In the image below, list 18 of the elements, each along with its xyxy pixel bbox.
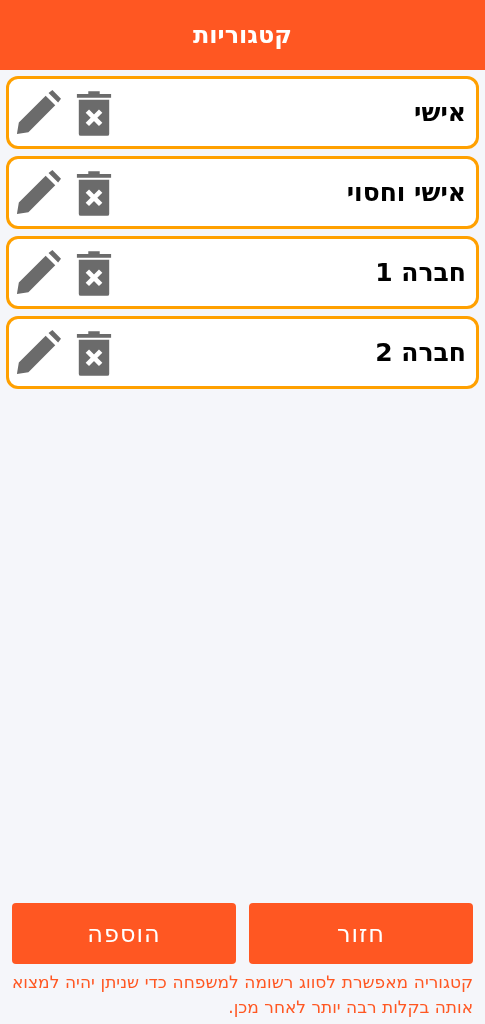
category-item[interactable]: חברה 1	[6, 236, 479, 309]
help-text: קטגוריה מאפשרת לסווג רשומה למשפחה כדי שניתן יהיה למצוא אותה בקלות רבה יותר לאחר מכן.	[12, 971, 473, 1019]
category-item[interactable]: אישי	[6, 76, 479, 149]
category-name: אישי	[414, 98, 466, 127]
pencil-icon[interactable]	[15, 169, 61, 216]
category-item[interactable]: אישי וחסוי	[6, 156, 479, 229]
pencil-icon[interactable]	[15, 249, 61, 296]
trash-icon[interactable]	[75, 329, 113, 376]
trash-icon[interactable]	[75, 169, 113, 216]
page-title: קטגוריות	[192, 21, 293, 49]
pencil-icon[interactable]	[15, 89, 61, 136]
trash-icon[interactable]	[75, 89, 113, 136]
category-name: חברה 1	[375, 258, 466, 287]
trash-icon[interactable]	[75, 249, 113, 296]
category-name: חברה 2	[375, 338, 466, 367]
category-item[interactable]: חברה 2	[6, 316, 479, 389]
category-name: אישי וחסוי	[346, 178, 466, 207]
pencil-icon[interactable]	[15, 329, 61, 376]
